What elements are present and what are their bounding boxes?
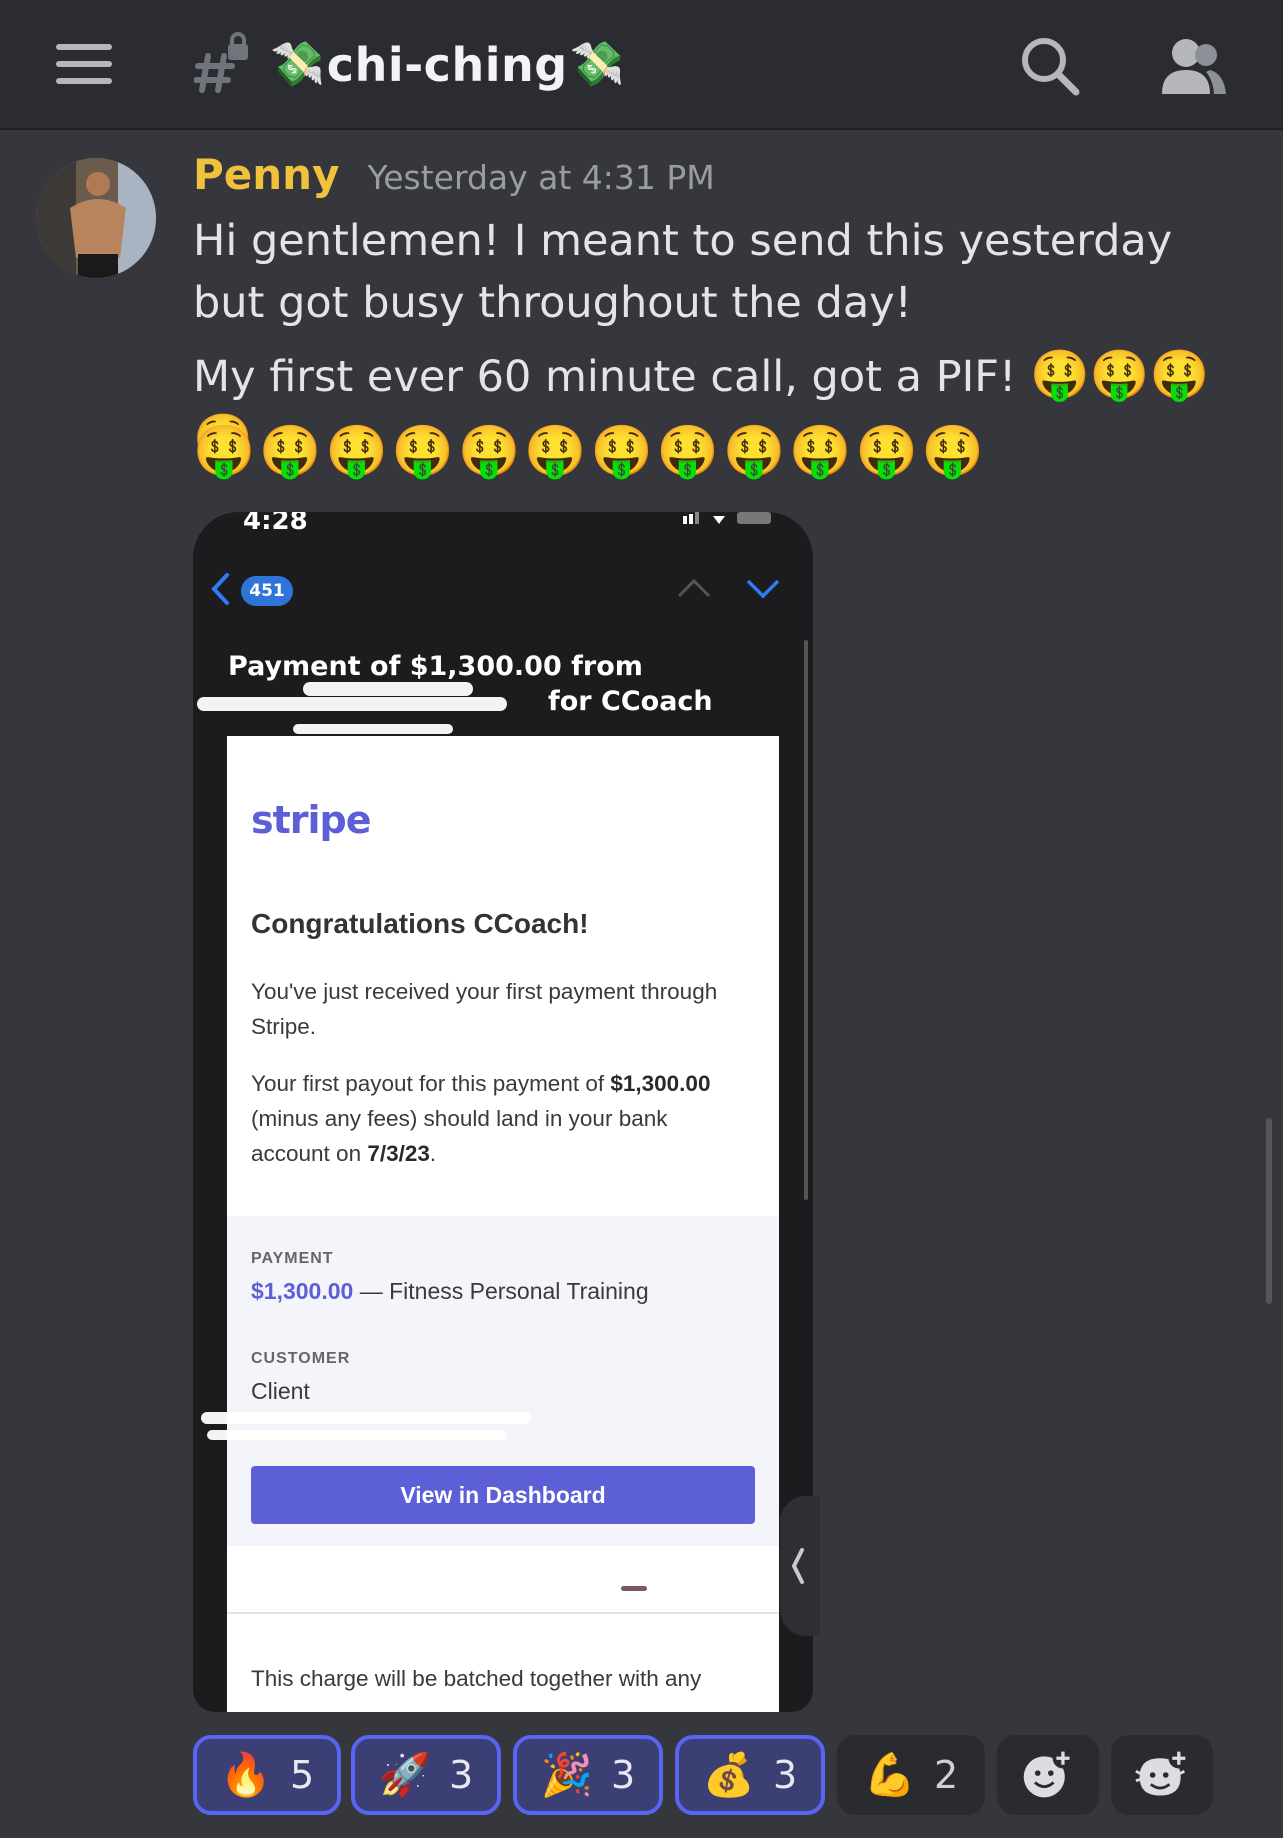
money-wings-emoji-left: 💸 [270,39,325,90]
reaction-party-popper[interactable]: 🎉 3 [513,1735,663,1815]
reaction-money-bag[interactable]: 💰 3 [675,1735,825,1815]
customer-label: CUSTOMER [251,1350,351,1367]
image-attachment[interactable]: 4:28 451 Payment of $1,300.00 from for C… [193,512,813,1712]
money-wings-emoji-right: 💸 [569,39,625,90]
reaction-count: 3 [773,1753,798,1797]
members-icon[interactable] [1160,36,1226,96]
reaction-count: 2 [934,1753,959,1797]
chevron-down-icon[interactable] [745,576,781,600]
side-panel-handle[interactable] [780,1496,820,1636]
back-chevron-icon[interactable] [209,572,231,606]
mail-nav-bar: 451 [193,552,813,622]
customer-value: Client [251,1378,310,1404]
add-super-reaction-icon [1135,1747,1190,1796]
payment-amount: $1,300.00 [251,1278,354,1304]
chevron-up-icon[interactable] [676,576,712,600]
reaction-count: 3 [449,1753,474,1797]
reaction-count: 5 [290,1753,315,1797]
reaction-flexed-biceps[interactable]: 💪 2 [837,1735,985,1815]
add-reaction-button[interactable] [997,1735,1099,1815]
email-scrollbar[interactable] [804,640,808,1200]
timestamp: Yesterday at 4:31 PM [367,158,715,197]
phone-status-icons [683,512,771,524]
email-paragraph-1: You've just received your first payment … [251,979,718,1039]
username[interactable]: Penny [193,150,339,199]
redaction-scribble [293,724,453,734]
message-line-1: Hi gentlemen! I meant to send this yeste… [193,216,1173,328]
fire-emoji: 🔥 [219,1750,273,1799]
channel-name: chi-ching [326,38,568,92]
redaction-scribble [201,1412,531,1424]
phone-status-time: 4:28 [243,512,308,536]
hamburger-menu-icon[interactable] [56,44,112,84]
redaction-scribble [303,682,473,696]
para2-amount: $1,300.00 [610,1071,711,1096]
message-line-2-text: My first ever 60 minute call, got a PIF! [193,352,1017,402]
locked-hash-icon [194,32,248,93]
rocket-emoji: 🚀 [378,1750,432,1799]
para2-middle: (minus any fees) should land in your ban… [251,1106,668,1166]
scribble-mark [621,1586,647,1591]
channel-header: 💸 chi-ching 💸 [0,0,1283,130]
email-footer-text: This charge will be batched together wit… [251,1666,702,1691]
party-popper-emoji: 🎉 [540,1750,594,1799]
flexed-biceps-emoji: 💪 [863,1750,917,1799]
money-mouth-emoji-row: 🤑🤑🤑🤑🤑🤑🤑🤑🤑🤑🤑🤑 [193,422,989,480]
redaction-scribble [207,1430,507,1440]
unread-count-badge[interactable]: 451 [241,576,293,606]
para2-date: 7/3/23 [367,1141,430,1166]
search-icon[interactable] [1018,34,1082,98]
payment-value: $1,300.00 — Fitness Personal Training [251,1278,649,1305]
payment-label: PAYMENT [251,1250,334,1267]
reaction-count: 3 [611,1753,636,1797]
message-header: Penny Yesterday at 4:31 PM [193,150,715,199]
email-subject-line-1: Payment of $1,300.00 from [228,651,643,682]
avatar-image [36,158,156,278]
chevron-left-icon [791,1548,804,1584]
stripe-logo: stripe [251,798,372,842]
reaction-rocket[interactable]: 🚀 3 [351,1735,501,1815]
money-bag-emoji: 💰 [702,1750,756,1799]
email-paragraph-2: Your first payout for this payment of $1… [251,1066,751,1171]
stripe-email-body: stripe Congratulations CCoach! You've ju… [201,736,779,1712]
reaction-fire[interactable]: 🔥 5 [193,1735,341,1815]
channel-title[interactable]: 💸 chi-ching 💸 [270,30,624,100]
email-heading: Congratulations CCoach! [251,908,589,939]
avatar[interactable] [36,158,156,278]
para2-suffix: . [429,1141,437,1166]
email-divider [227,1612,779,1614]
para2-prefix: Your first payout for this payment of [251,1071,611,1096]
chat-scrollbar[interactable] [1266,1118,1272,1304]
payment-description: — Fitness Personal Training [353,1278,649,1304]
add-super-reaction-button[interactable] [1111,1735,1213,1815]
view-in-dashboard-button[interactable]: View in Dashboard [251,1466,755,1524]
add-reaction-icon [1023,1747,1074,1798]
redaction-scribble [197,697,507,711]
